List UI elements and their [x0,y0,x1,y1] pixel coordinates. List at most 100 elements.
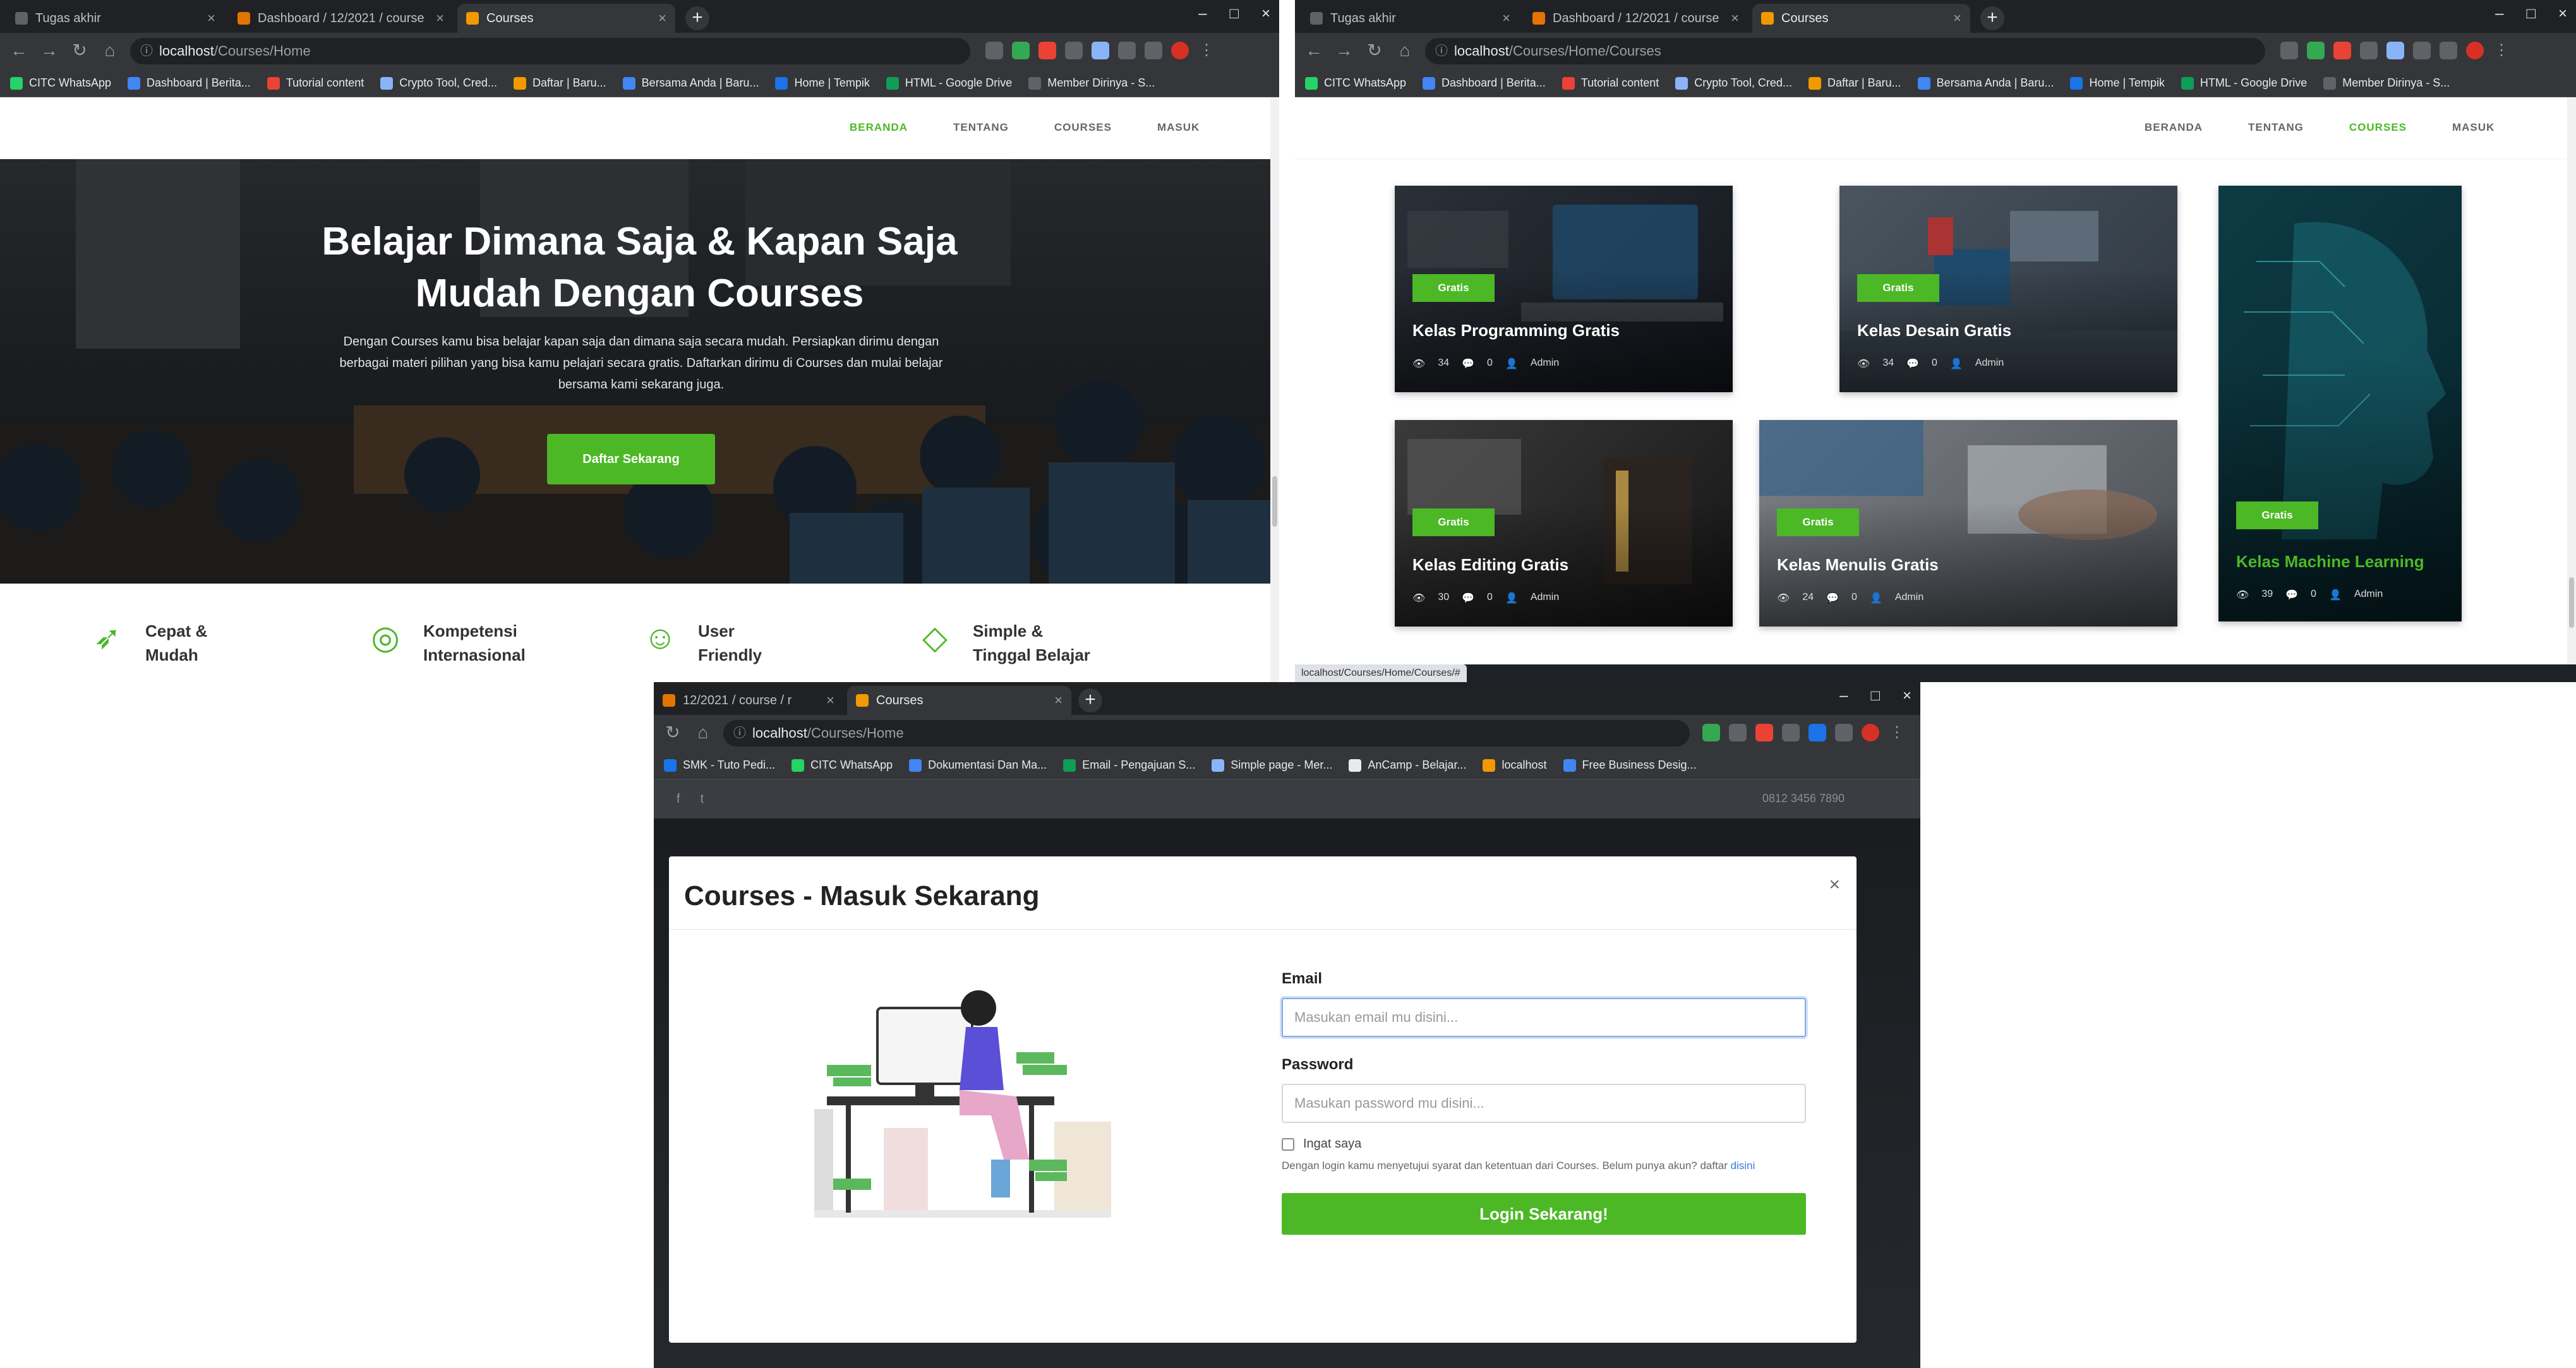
bookmark[interactable]: Crypto Tool, Cred... [380,76,497,90]
close-window-icon[interactable]: × [2558,5,2567,23]
course-card[interactable]: Gratis Kelas Desain Gratis 👁 34 💬 0 👤 Admin [1839,186,2177,392]
minimize-icon[interactable]: – [1198,5,1207,23]
extension-icon[interactable] [2386,42,2404,59]
close-tab-icon[interactable]: × [1054,692,1062,709]
nav-masuk[interactable]: MASUK [1157,121,1200,134]
close-tab-icon[interactable]: × [1953,10,1961,27]
minimize-icon[interactable]: – [1839,687,1848,705]
bookmark[interactable]: Daftar | Baru... [1808,76,1901,90]
course-card[interactable]: Gratis Kelas Menulis Gratis 👁 24 💬 0 👤 Admi… [1759,420,2177,627]
extension-icon[interactable] [1038,42,1056,59]
close-tab-icon[interactable]: × [1502,10,1510,27]
close-window-icon[interactable]: × [1261,5,1270,23]
close-tab-icon[interactable]: × [436,10,444,27]
maximize-icon[interactable]: □ [2526,5,2536,23]
back-icon[interactable]: ← [1304,40,1324,61]
bookmark[interactable]: Dashboard | Berita... [1423,76,1546,90]
address-bar[interactable]: ⓘ localhost/Courses/Home [723,720,1690,747]
nav-masuk[interactable]: MASUK [2452,121,2495,134]
browser-tab[interactable]: Dashboard / 12/2021 / course pr × [229,4,453,33]
page-scrollbar[interactable] [2567,97,2576,664]
bookmark[interactable]: Free Business Desig... [1563,759,1697,772]
menu-icon[interactable]: ⋮ [1198,42,1215,59]
extension-icon[interactable] [1729,724,1747,741]
puzzle-icon[interactable] [1835,724,1853,741]
profile-avatar[interactable] [2466,42,2484,59]
bookmark[interactable]: Home | Tempik [2070,76,2165,90]
reload-icon[interactable]: ↻ [663,723,683,743]
puzzle-icon[interactable] [1118,42,1136,59]
login-button[interactable]: Login Sekarang! [1282,1193,1806,1235]
extension-icon[interactable] [1755,724,1773,741]
close-window-icon[interactable]: × [1903,687,1911,705]
course-card[interactable]: Gratis Kelas Programming Gratis 👁 34 💬 0 👤… [1395,186,1733,392]
bookmark[interactable]: Dashboard | Berita... [128,76,251,90]
bookmark[interactable]: CITC WhatsApp [791,759,893,772]
back-icon[interactable]: ← [9,40,29,61]
close-tab-icon[interactable]: × [207,10,215,27]
scrollbar-thumb[interactable] [1272,476,1277,527]
nav-tentang[interactable]: TENTANG [953,121,1009,134]
address-bar[interactable]: ⓘ localhost/Courses/Home/Courses [1425,38,2265,64]
forward-icon[interactable]: → [1334,40,1354,61]
sidebar-icon[interactable] [2440,42,2457,59]
sidebar-icon[interactable] [1145,42,1162,59]
extension-icon[interactable] [1065,42,1083,59]
forward-icon[interactable]: → [39,40,59,61]
extension-icon[interactable] [1809,724,1826,741]
scrollbar-thumb[interactable] [2569,577,2574,628]
extension-icon[interactable] [1092,42,1109,59]
extension-icon[interactable] [1782,724,1800,741]
bookmark[interactable]: Bersama Anda | Baru... [622,76,759,90]
home-icon[interactable]: ⌂ [100,40,120,61]
extension-icon[interactable] [1702,724,1720,741]
nav-courses[interactable]: COURSES [1054,121,1112,134]
nav-beranda[interactable]: BERANDA [850,121,908,134]
bookmark[interactable]: Home | Tempik [775,76,870,90]
register-link[interactable]: disini [1731,1160,1755,1172]
bookmark[interactable]: Daftar | Baru... [513,76,606,90]
browser-tab[interactable]: Tugas akhir × [1301,4,1519,33]
puzzle-icon[interactable] [2413,42,2431,59]
close-tab-icon[interactable]: × [658,10,666,27]
extension-icon[interactable] [1012,42,1030,59]
nav-courses[interactable]: COURSES [2349,121,2407,134]
close-tab-icon[interactable]: × [1731,10,1739,27]
facebook-icon[interactable]: f [677,792,680,807]
bookmark[interactable]: CITC WhatsApp [1305,76,1406,90]
extension-icon[interactable] [2360,42,2378,59]
email-field[interactable] [1282,998,1806,1037]
minimize-icon[interactable]: – [2495,5,2503,23]
home-icon[interactable]: ⌂ [1395,40,1415,61]
course-title[interactable]: Kelas Menulis Gratis [1777,555,2165,575]
bookmark[interactable]: Member Dirinya - S... [1028,76,1155,90]
bookmark[interactable]: AnCamp - Belajar... [1349,759,1466,772]
profile-avatar[interactable] [1171,42,1189,59]
browser-tab-active[interactable]: Courses × [1752,4,1970,33]
bookmark[interactable]: SMK - Tuto Pedi... [664,759,775,772]
bookmark[interactable]: HTML - Google Drive [886,76,1012,90]
daftar-sekarang-button[interactable]: Daftar Sekarang [547,434,715,484]
close-icon[interactable]: × [1829,874,1840,896]
nav-tentang[interactable]: TENTANG [2248,121,2304,134]
twitter-icon[interactable]: t [701,792,704,807]
password-field[interactable] [1282,1084,1806,1123]
bookmark[interactable]: HTML - Google Drive [2181,76,2307,90]
bookmark[interactable]: CITC WhatsApp [10,76,111,90]
course-title[interactable]: Kelas Desain Gratis [1857,321,2165,340]
course-card[interactable]: Gratis Kelas Machine Learning 👁 39 💬 0 👤 Ad… [2218,186,2462,621]
reload-icon[interactable]: ↻ [69,40,90,61]
new-tab-button[interactable]: + [1980,6,2004,30]
browser-tab[interactable]: Dashboard / 12/2021 / course pr × [1524,4,1748,33]
bookmark[interactable]: Tutorial content [267,76,364,90]
extension-icon[interactable] [2280,42,2298,59]
new-tab-button[interactable]: + [1078,688,1102,712]
browser-tab[interactable]: Tugas akhir × [6,4,224,33]
browser-tab[interactable]: 12/2021 / course / r × [654,686,843,715]
extension-icon[interactable] [985,42,1003,59]
bookmark[interactable]: Crypto Tool, Cred... [1675,76,1792,90]
new-tab-button[interactable]: + [685,6,709,30]
maximize-icon[interactable]: □ [1870,687,1880,705]
bookmark[interactable]: Tutorial content [1562,76,1659,90]
extension-icon[interactable] [2333,42,2351,59]
